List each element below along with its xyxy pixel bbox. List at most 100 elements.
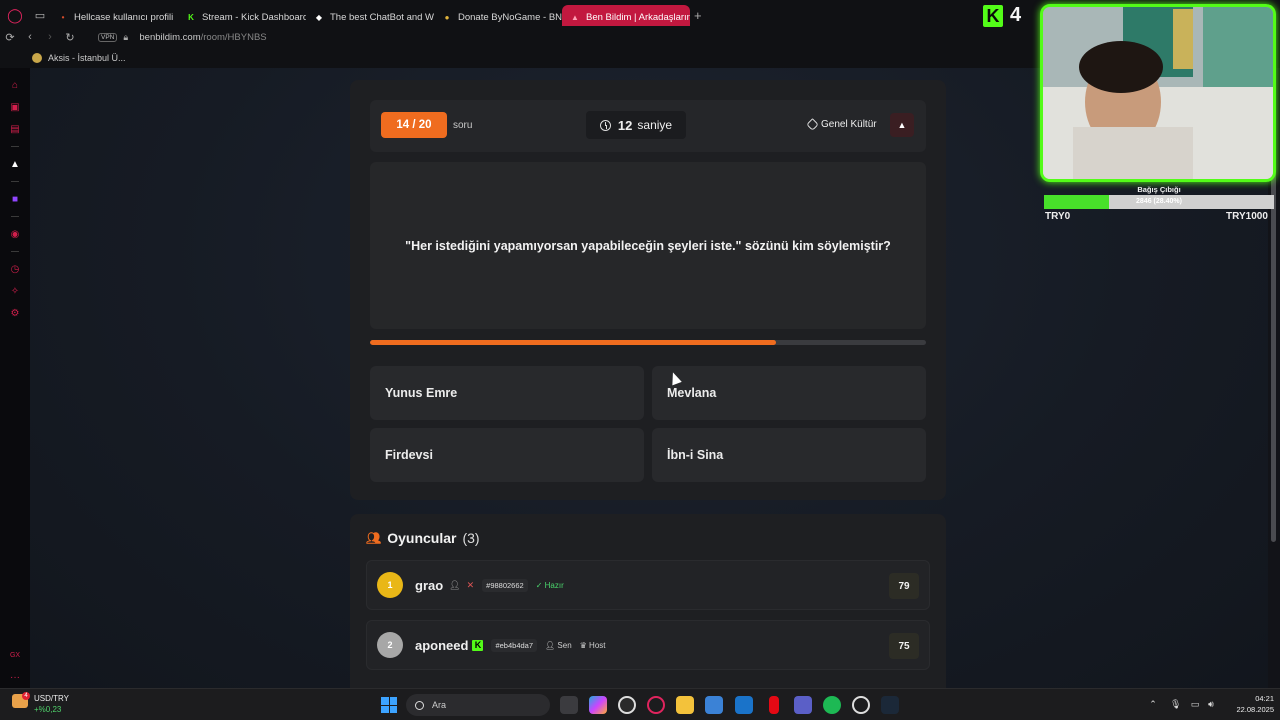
- players-heading: 👥︎ Oyuncular (3): [366, 530, 480, 546]
- sidebar-games-icon[interactable]: ▣: [0, 96, 30, 118]
- sidebar-history-icon[interactable]: ◷: [0, 258, 30, 280]
- sidebar-settings-icon[interactable]: ⚙: [0, 302, 30, 324]
- question-box: "Her istediğini yapamıyorsan yapabileceğ…: [370, 162, 926, 329]
- steam-icon[interactable]: [881, 696, 899, 714]
- url-field[interactable]: benbildim.com/room/HBYNBS: [139, 32, 266, 43]
- display-icon[interactable]: ▭: [1190, 699, 1200, 709]
- answer-option-1[interactable]: Yunus Emre: [370, 366, 644, 420]
- host-badge: ♛ Host: [579, 640, 606, 650]
- windows-taskbar: 4 USD/TRY +%0,23 Ara ⌃ 🎙︎ ▭ 🔊︎ 04:21 22.…: [0, 688, 1280, 720]
- kick-icon: K: [472, 639, 484, 651]
- volume-icon[interactable]: 🔊︎: [1206, 699, 1216, 709]
- warning-icon: ▲: [897, 120, 907, 130]
- donation-title: Bağış Çıbığı: [1137, 185, 1181, 194]
- players-card: 👥︎ Oyuncular (3) 1 grao 👤︎ ✕ #98802662 ✓…: [350, 514, 946, 688]
- tray-overflow-icon[interactable]: ⌃: [1148, 699, 1158, 709]
- answer-option-4[interactable]: İbn-i Sina: [652, 428, 926, 482]
- player-name: aponeed: [415, 637, 469, 653]
- obs-icon[interactable]: [852, 696, 870, 714]
- time-progress-bar: [370, 340, 926, 345]
- player-row: 1 grao 👤︎ ✕ #98802662 ✓ Hazır 79: [366, 560, 930, 610]
- tab-favicon-icon: ▲: [571, 12, 579, 22]
- player-hash: #98802662: [482, 578, 528, 592]
- clock-time[interactable]: 04:21: [1224, 694, 1274, 703]
- viewer-count: 4: [1010, 4, 1022, 26]
- sidebar-divider: [11, 181, 19, 182]
- answer-option-2[interactable]: Mevlana: [652, 366, 926, 420]
- search-icon: [415, 700, 424, 710]
- file-explorer-icon[interactable]: [676, 696, 694, 714]
- sidebar-more-icon[interactable]: ···: [0, 666, 30, 688]
- you-badge-text: Sen: [557, 640, 572, 650]
- time-progress-fill: [370, 340, 776, 345]
- donation-min: TRY0: [1045, 211, 1071, 222]
- forward-button[interactable]: ›: [40, 31, 60, 43]
- currency-pair[interactable]: USD/TRY: [34, 694, 69, 703]
- sidebar-news-icon[interactable]: ▤: [0, 118, 30, 140]
- donation-bar: 2846 (28.40%): [1044, 195, 1274, 209]
- player-score: 79: [889, 573, 919, 599]
- timer-value: 12: [617, 117, 633, 133]
- vpn-badge[interactable]: VPN: [98, 32, 118, 42]
- tab-favicon-icon: ◆: [315, 12, 323, 22]
- tab-label: The best ChatBot and We: [330, 11, 434, 23]
- opera-gx-icon[interactable]: [647, 696, 665, 714]
- reload-sync-icon[interactable]: ⟳: [0, 31, 20, 44]
- tab-label: Donate ByNoGame - BNG: [458, 11, 562, 23]
- clock-icon: [599, 119, 611, 131]
- tab-menu-icon[interactable]: ▭: [30, 9, 50, 22]
- sidebar-gx-icon[interactable]: GX: [0, 644, 30, 666]
- ready-badge-text: Hazır: [544, 580, 564, 590]
- kick-logo-icon: K: [983, 5, 1003, 27]
- task-view-icon[interactable]: [560, 696, 578, 714]
- netflix-icon[interactable]: [769, 696, 779, 714]
- bookmarks-bar: Aksis - İstanbul Ü...: [0, 48, 1040, 68]
- bookmark-item[interactable]: Aksis - İstanbul Ü...: [48, 53, 126, 63]
- sidebar-shop-icon[interactable]: ⌂: [0, 74, 30, 96]
- tab-label: Stream - Kick Dashboard: [202, 11, 306, 23]
- player-score: 75: [889, 633, 919, 659]
- tab-favicon-icon: •: [61, 12, 65, 22]
- answer-option-3[interactable]: Firdevsi: [370, 428, 644, 482]
- remove-user-icon[interactable]: ✕: [467, 580, 475, 591]
- search-placeholder: Ara: [432, 700, 447, 710]
- timer-unit: saniye: [637, 118, 673, 132]
- copilot-icon[interactable]: [589, 696, 607, 714]
- tab-label: Hellcase kullanıcı profili: [74, 11, 174, 23]
- back-button[interactable]: ‹: [20, 31, 40, 43]
- spotify-icon[interactable]: [823, 696, 841, 714]
- sidebar-extensions-icon[interactable]: ✧: [0, 280, 30, 302]
- clock-date[interactable]: 22.08.2025: [1224, 705, 1274, 714]
- start-button-icon[interactable]: [381, 697, 397, 713]
- user-icon: 👤︎: [449, 579, 461, 590]
- you-badge: 👤︎ Sen: [545, 640, 572, 650]
- reload-button[interactable]: ↻: [60, 31, 80, 44]
- chatgpt-icon[interactable]: [618, 696, 636, 714]
- teams-icon[interactable]: [794, 696, 812, 714]
- sidebar-aria-icon[interactable]: ▲: [0, 153, 30, 175]
- report-button[interactable]: ▲: [890, 113, 914, 137]
- donation-max: TRY1000: [1226, 211, 1268, 222]
- ready-badge: ✓ Hazır: [535, 580, 564, 590]
- lock-icon[interactable]: 🔒︎: [123, 32, 133, 43]
- new-tab-button[interactable]: +: [694, 8, 710, 23]
- players-title: Oyuncular: [387, 530, 457, 546]
- quiz-card: 14 / 20 soru 12 saniye Genel Kültür ▲ "H…: [350, 80, 946, 500]
- browser-sidebar: ⌂ ▣ ▤ ▲ ■ ◉ ◷ ✧ ⚙ GX ···: [0, 68, 30, 688]
- sidebar-player-icon[interactable]: ◉: [0, 223, 30, 245]
- tab-strip: • Hellcase kullanıcı profili K Stream - Kic…: [50, 1, 690, 29]
- sidebar-twitch-icon[interactable]: ■: [0, 188, 30, 210]
- category-label: Genel Kültür: [806, 118, 877, 131]
- player-row: 2 aponeed K #eb4b4da7 👤︎ Sen ♛ Host 75: [366, 620, 930, 670]
- taskbar-search[interactable]: Ara: [406, 694, 550, 716]
- player-name: grao: [415, 577, 444, 593]
- webcam-feed: [1040, 4, 1276, 182]
- host-badge-text: Host: [589, 640, 606, 650]
- microphone-icon[interactable]: 🎙︎: [1170, 699, 1181, 709]
- users-icon: 👥︎: [366, 531, 382, 545]
- donation-text: 2846 (28.40%): [1136, 198, 1182, 205]
- store-icon[interactable]: [705, 696, 723, 714]
- question-text: "Her istediğini yapamıyorsan yapabileceğ…: [405, 238, 891, 253]
- quiz-header: 14 / 20 soru 12 saniye Genel Kültür ▲: [370, 100, 926, 152]
- outlook-icon[interactable]: [735, 696, 753, 714]
